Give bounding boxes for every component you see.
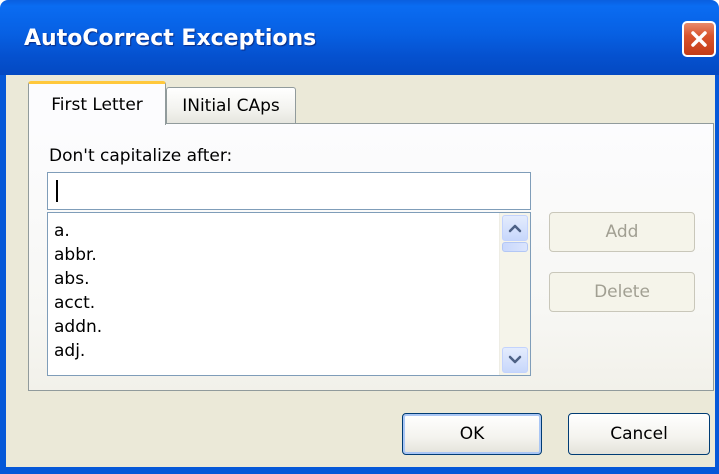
add-button-label: Add xyxy=(605,222,639,242)
dont-capitalize-label: Don't capitalize after: xyxy=(49,146,233,166)
list-item[interactable]: a. xyxy=(54,219,102,243)
ok-button[interactable]: OK xyxy=(402,413,542,455)
exception-input[interactable] xyxy=(47,172,531,210)
delete-button-label: Delete xyxy=(594,282,650,302)
ok-button-label: OK xyxy=(459,424,485,444)
tab-initial-caps[interactable]: INitial CAps xyxy=(166,87,296,123)
tab-first-letter-label: First Letter xyxy=(51,94,143,115)
delete-button[interactable]: Delete xyxy=(549,272,695,312)
tab-panel-first-letter: Don't capitalize after: a. abbr. abs. ac… xyxy=(28,123,714,391)
list-item[interactable]: abbr. xyxy=(54,243,102,267)
tab-first-letter[interactable]: First Letter xyxy=(28,81,166,125)
chevron-up-icon xyxy=(508,224,522,233)
close-button[interactable] xyxy=(682,21,716,57)
cancel-button[interactable]: Cancel xyxy=(568,413,710,455)
add-button[interactable]: Add xyxy=(549,212,695,252)
window-title: AutoCorrect Exceptions xyxy=(24,26,317,51)
list-item[interactable]: acct. xyxy=(54,291,102,315)
exceptions-list-items: a. abbr. abs. acct. addn. adj. xyxy=(54,219,102,363)
scroll-up-button[interactable] xyxy=(502,215,528,241)
close-icon xyxy=(691,31,707,47)
scroll-down-button[interactable] xyxy=(502,347,528,373)
chevron-down-icon xyxy=(508,355,522,364)
dialog-body: First Letter INitial CAps Don't capitali… xyxy=(6,75,715,467)
cancel-button-label: Cancel xyxy=(610,424,668,444)
autocorrect-exceptions-dialog: AutoCorrect Exceptions First Letter INit… xyxy=(0,0,719,474)
list-item[interactable]: adj. xyxy=(54,339,102,363)
window-frame: First Letter INitial CAps Don't capitali… xyxy=(0,75,719,474)
list-item[interactable]: abs. xyxy=(54,267,102,291)
title-bar[interactable]: AutoCorrect Exceptions xyxy=(0,0,719,75)
tab-initial-caps-label: INitial CAps xyxy=(182,95,280,116)
list-item[interactable]: addn. xyxy=(54,315,102,339)
text-caret xyxy=(56,180,58,202)
scroll-thumb[interactable] xyxy=(502,242,528,252)
exceptions-list[interactable]: a. abbr. abs. acct. addn. adj. xyxy=(47,212,531,376)
vertical-scrollbar[interactable] xyxy=(499,213,530,375)
